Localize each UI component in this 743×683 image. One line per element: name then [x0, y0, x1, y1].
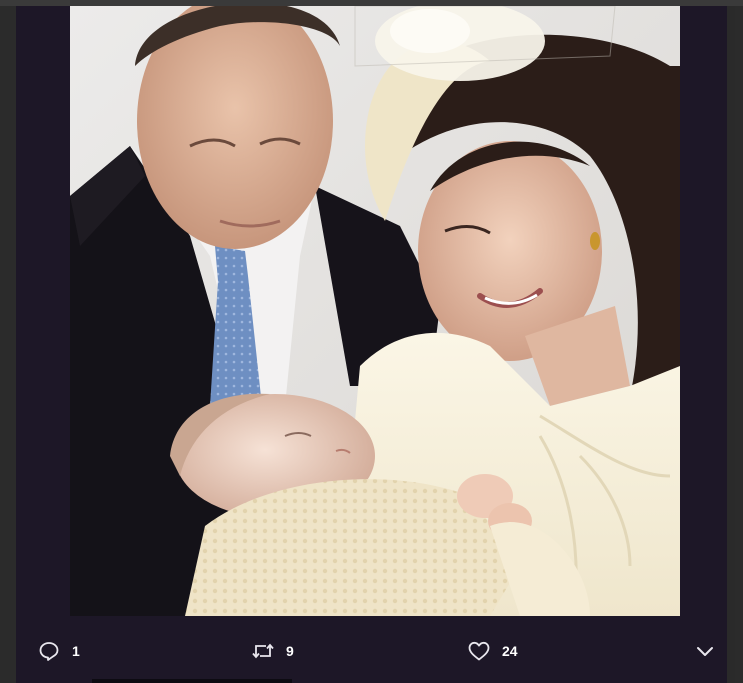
retweet-button[interactable]: 9	[252, 640, 294, 662]
reply-button[interactable]: 1	[38, 640, 80, 662]
tweet-photo[interactable]	[70, 6, 680, 616]
like-count: 24	[502, 643, 518, 659]
more-options-button[interactable]	[694, 641, 716, 663]
tweet-card: 1 9 24	[16, 6, 735, 683]
next-item-edge	[92, 679, 292, 683]
heart-icon	[468, 640, 490, 662]
tweet-action-bar: 1 9 24	[16, 616, 727, 683]
reply-icon	[38, 640, 60, 662]
like-button[interactable]: 24	[468, 640, 518, 662]
chevron-down-icon	[694, 641, 716, 663]
retweet-icon	[252, 640, 274, 662]
photo-illustration	[70, 6, 680, 616]
reply-count: 1	[72, 643, 80, 659]
card-edge	[727, 6, 735, 683]
retweet-count: 9	[286, 643, 294, 659]
